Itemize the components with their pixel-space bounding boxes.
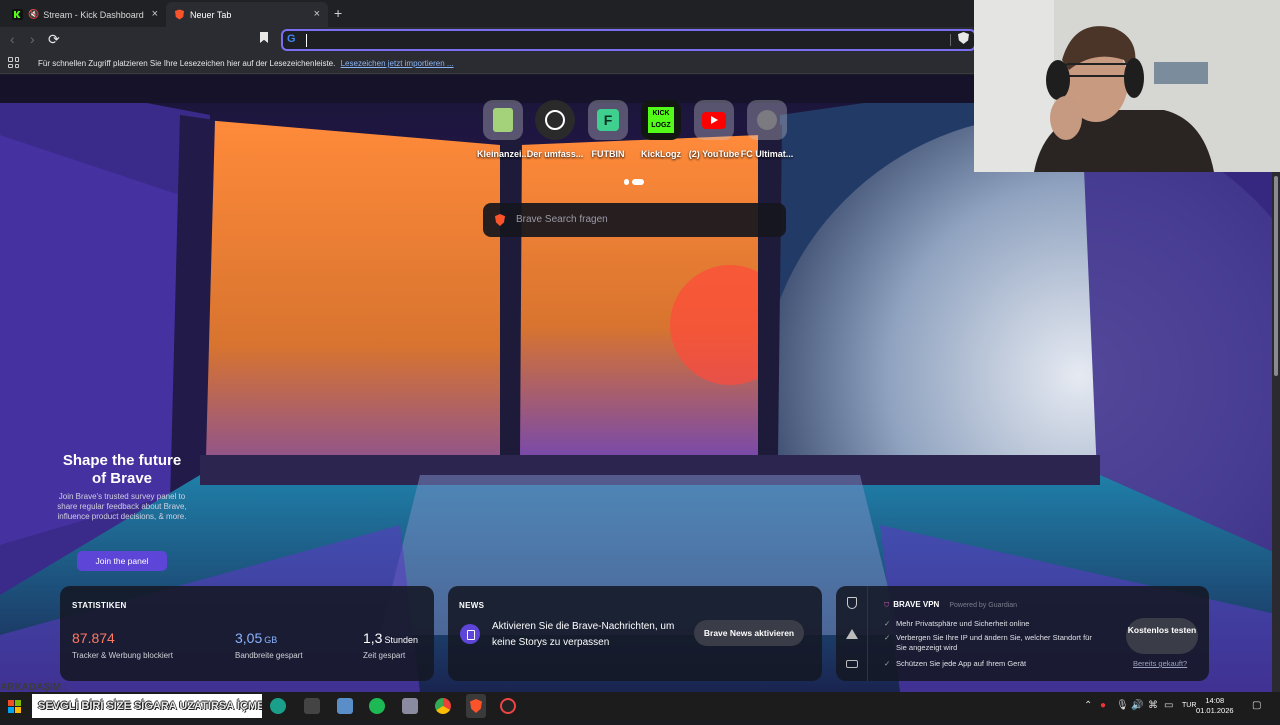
import-bookmarks-link[interactable]: Lesezeichen jetzt importieren ... — [341, 59, 454, 68]
divider — [950, 34, 951, 46]
app-icon[interactable] — [304, 698, 320, 714]
reload-button[interactable]: ⟳ — [48, 31, 60, 48]
youtube-icon — [702, 111, 726, 129]
language-indicator[interactable]: TUR — [1182, 702, 1196, 709]
apps-grid-icon[interactable] — [8, 57, 19, 68]
page-scrollbar[interactable] — [1272, 172, 1280, 692]
news-card: NEWS Aktivieren Sie die Brave-Nachrichte… — [448, 586, 822, 681]
webcam-overlay — [974, 0, 1280, 172]
stats-card: STATISTIKEN 87.874 Tracker & Werbung blo… — [60, 586, 434, 681]
stat-trackers: 87.874 Tracker & Werbung blockiert — [72, 630, 173, 660]
brave-lion-icon — [495, 214, 505, 226]
brave-taskbar-icon[interactable] — [466, 694, 486, 718]
stat-bandwidth: 3,05 GB Bandbreite gespart — [235, 630, 303, 660]
top-site-tile[interactable]: (2) YouTube — [684, 100, 744, 159]
survey-body: Join Brave's trusted survey panel to sha… — [57, 492, 187, 521]
top-sites-pager[interactable] — [624, 172, 647, 190]
calculator-icon[interactable] — [402, 698, 418, 714]
kick-icon — [12, 9, 23, 20]
tab-new-tab[interactable]: Neuer Tab × — [166, 2, 328, 27]
streamer-webcam-image — [974, 0, 1280, 172]
vpn-feature: ✓ Verbergen Sie Ihre IP und ändern Sie, w… — [884, 633, 1092, 652]
tab-title: Stream - Kick Dashboard — [43, 9, 144, 20]
brave-search-box[interactable]: Brave Search fragen — [483, 203, 786, 237]
vpn-powered-by: Powered by Guardian — [949, 602, 1018, 609]
tray-app-icon[interactable]: ● — [1100, 700, 1106, 711]
top-site-label: Kleinanzei... — [476, 149, 529, 159]
news-ticker-overlay: SEVGLİ BİRİ SİZE SİGARA UZATIRSA İÇMEYİN — [32, 694, 262, 718]
tray-expand-icon[interactable]: ⌃ — [1084, 700, 1092, 711]
tab-title: Neuer Tab — [190, 9, 232, 20]
volume-icon[interactable]: 🔊 — [1131, 700, 1143, 711]
news-promo-text: Aktivieren Sie die Brave-Nachrichten, um… — [492, 621, 675, 648]
enable-news-button[interactable]: Brave News aktivieren — [694, 620, 804, 646]
spotify-icon[interactable] — [369, 698, 385, 714]
survey-title: Shape the future of Brave — [62, 452, 182, 487]
start-button[interactable] — [0, 692, 32, 720]
warning-icon[interactable] — [846, 629, 858, 639]
stats-heading: STATISTIKEN — [72, 601, 127, 610]
brave-icon — [175, 9, 184, 20]
explorer-icon[interactable] — [337, 698, 353, 714]
vpn-trial-button[interactable]: Kostenlos testen — [1126, 618, 1198, 654]
tab-kick-dashboard[interactable]: 🔇 Stream - Kick Dashboard × — [4, 2, 166, 27]
join-panel-button[interactable]: Join the panel — [77, 551, 167, 571]
vpn-feature: ✓ Mehr Privatsphäre und Sicherheit online — [884, 619, 1030, 628]
top-site-label: KickLogz — [640, 149, 681, 159]
bookmarks-hint: Für schnellen Zugriff platzieren Sie Ihr… — [38, 59, 336, 68]
obs-icon[interactable] — [500, 698, 516, 714]
vpn-shield-logo-icon: ⛉ — [884, 602, 890, 609]
search-placeholder: Brave Search fragen — [516, 214, 608, 225]
muted-audio-icon[interactable]: 🔇 — [28, 9, 39, 20]
vpn-card: ⛉ BRAVE VPN Powered by Guardian ✓ Mehr Priv… — [836, 586, 1209, 681]
widget-switcher — [836, 586, 868, 681]
microphone-icon[interactable]: 🎙 — [1116, 700, 1129, 711]
address-bar[interactable]: G — [281, 29, 976, 51]
close-tab-icon[interactable]: × — [152, 8, 158, 20]
battery-icon[interactable]: ▭ — [1164, 700, 1173, 711]
windows-taskbar: SEVGLİ BİRİ SİZE SİGARA UZATIRSA İÇMEYİN… — [0, 692, 1280, 720]
top-site-tile[interactable]: Der umfass... — [525, 100, 585, 159]
top-site-tile[interactable]: KICK LOGZ KickLogz — [631, 100, 691, 159]
already-purchased-link[interactable]: Bereits gekauft? — [1133, 659, 1187, 668]
globe-icon — [757, 110, 777, 130]
news-heading: NEWS — [459, 601, 485, 610]
whatsapp-icon[interactable] — [270, 698, 286, 714]
new-tab-button[interactable]: + — [334, 5, 342, 21]
bookmark-icon[interactable] — [260, 32, 268, 43]
news-icon — [460, 624, 480, 644]
top-site-tile[interactable]: Kleinanzei... — [473, 100, 533, 159]
top-site-tile[interactable]: F FUTBIN — [578, 100, 638, 159]
vpn-feature: ✓ Schützen Sie jede App auf Ihrem Gerät — [884, 659, 1027, 668]
futbin-icon: F — [597, 109, 619, 131]
ticket-icon[interactable] — [846, 660, 858, 668]
google-icon: G — [287, 33, 296, 45]
speedometer-icon — [545, 110, 565, 130]
kicklogz-icon: KICK LOGZ — [648, 107, 674, 133]
close-tab-icon[interactable]: × — [314, 8, 320, 20]
network-icon[interactable]: ⌘ — [1148, 700, 1158, 711]
top-site-label: FUTBIN — [591, 149, 625, 159]
top-site-label: Der umfass... — [526, 149, 584, 159]
vpn-title: ⛉ BRAVE VPN Powered by Guardian — [884, 600, 1018, 609]
text-caret — [306, 34, 307, 47]
windows-start-icon — [8, 700, 21, 713]
back-button[interactable]: ‹ — [10, 31, 15, 47]
clock[interactable]: 14:08 01.01.2026 — [1196, 696, 1234, 716]
forward-button[interactable]: › — [30, 31, 35, 47]
kleinanzeigen-icon — [493, 108, 513, 132]
top-site-tile[interactable]: FC Ultimat... — [737, 100, 797, 159]
top-site-label: FC Ultimat... — [740, 149, 794, 159]
stat-time: 1,3 Stunden Zeit gespart — [363, 630, 418, 660]
notifications-icon[interactable]: ▢ — [1252, 700, 1261, 711]
survey-promo: Shape the future of Brave Join Brave's t… — [56, 452, 188, 522]
top-site-label: (2) YouTube — [688, 149, 740, 159]
chrome-icon[interactable] — [435, 698, 451, 714]
vpn-shield-icon[interactable] — [847, 597, 857, 609]
